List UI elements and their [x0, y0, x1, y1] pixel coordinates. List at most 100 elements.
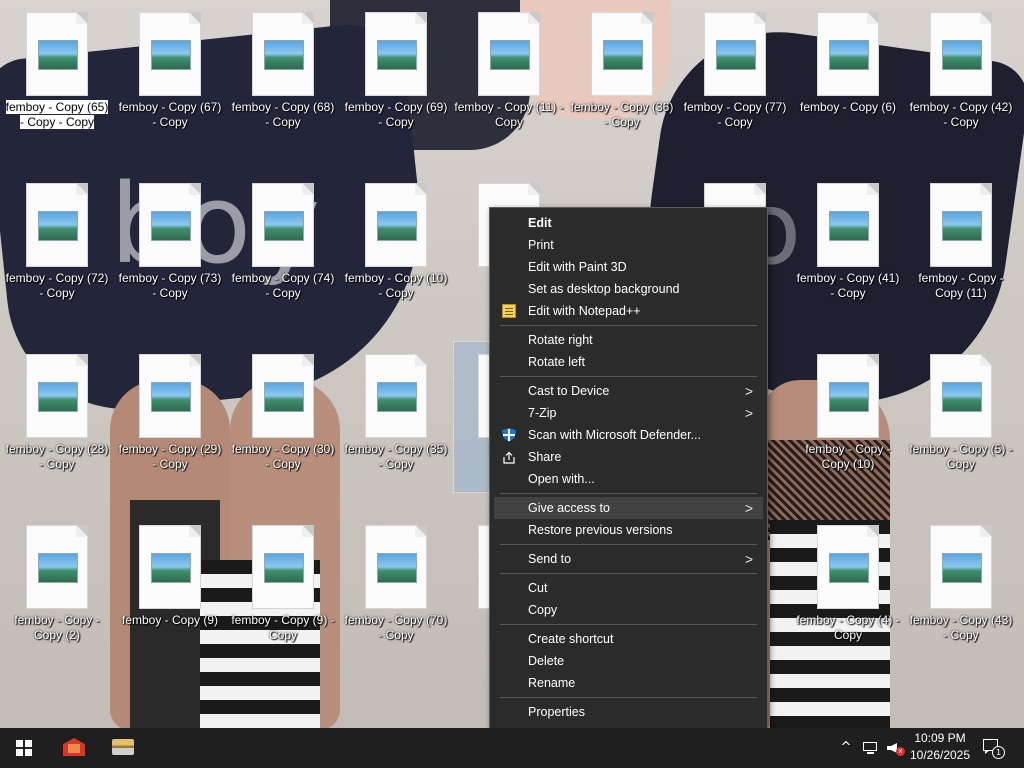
desktop-file-icon[interactable]: femboy - Copy (9): [115, 513, 225, 663]
desktop-file-icon[interactable]: femboy - Copy (41) - Copy: [793, 171, 903, 321]
menu-item-label: Delete: [528, 654, 565, 668]
menu-item-label: 7-Zip: [528, 406, 557, 420]
menu-separator: [500, 376, 757, 377]
desktop-file-icon[interactable]: femboy - Copy (35) - Copy: [341, 342, 451, 492]
menu-item-restore-previous-versions[interactable]: Restore previous versions: [494, 519, 763, 541]
desktop-file-icon[interactable]: femboy - Copy (73) - Copy: [115, 171, 225, 321]
taskbar-clock[interactable]: 10:09 PM 10/26/2025: [904, 730, 976, 764]
taskbar-app-folder[interactable]: [98, 728, 146, 768]
image-file-icon: [365, 12, 427, 96]
file-label: femboy - Copy (9) - Copy: [231, 613, 335, 642]
desktop-file-icon[interactable]: femboy - Copy (4) - Copy: [793, 513, 903, 663]
desktop-file-icon[interactable]: femboy - Copy (29) - Copy: [115, 342, 225, 492]
menu-item-label: Print: [528, 238, 554, 252]
file-label: femboy - Copy (70) - Copy: [344, 613, 448, 642]
volume-muted-icon[interactable]: x: [886, 739, 906, 757]
desktop-file-icon[interactable]: femboy - Copy (74) - Copy: [228, 171, 338, 321]
menu-item-rotate-right[interactable]: Rotate right: [494, 329, 763, 351]
desktop-file-icon[interactable]: femboy - Copy - Copy (10): [793, 342, 903, 492]
notepad-plus-plus-icon: [502, 304, 516, 318]
image-file-icon: [139, 183, 201, 267]
image-file-icon: [252, 12, 314, 96]
file-label: femboy - Copy (4) - Copy: [796, 613, 900, 642]
desktop-file-icon[interactable]: femboy - Copy (6): [793, 0, 903, 150]
file-label: femboy - Copy (67) - Copy: [118, 100, 222, 129]
image-file-icon: [26, 525, 88, 609]
desktop-file-icon[interactable]: femboy - Copy (28) - Copy: [2, 342, 112, 492]
menu-separator: [500, 325, 757, 326]
chevron-right-icon: >: [744, 383, 753, 399]
menu-item-label: Send to: [528, 552, 572, 566]
network-icon[interactable]: [862, 740, 880, 756]
menu-item-7-zip[interactable]: 7-Zip >: [494, 402, 763, 424]
menu-item-copy[interactable]: Copy: [494, 599, 763, 621]
desktop-file-icon[interactable]: femboy - Copy (36) - Copy: [567, 0, 677, 150]
desktop-file-icon[interactable]: femboy - Copy (67) - Copy: [115, 0, 225, 150]
notification-center-icon[interactable]: 1: [982, 738, 1005, 759]
menu-item-scan-with-microsoft-defender[interactable]: Scan with Microsoft Defender...: [494, 424, 763, 446]
desktop-file-icon[interactable]: femboy - Copy - Copy (11): [906, 171, 1016, 321]
desktop-file-icon[interactable]: femboy - Copy (77) - Copy: [680, 0, 790, 150]
desktop-file-icon[interactable]: femboy - Copy (10) - Copy: [341, 171, 451, 321]
desktop-file-icon[interactable]: femboy - Copy (65) - Copy - Copy: [2, 0, 112, 150]
menu-item-cast-to-device[interactable]: Cast to Device >: [494, 380, 763, 402]
menu-item-edit[interactable]: Edit: [494, 212, 763, 234]
menu-item-cut[interactable]: Cut: [494, 577, 763, 599]
menu-item-label: Copy: [528, 603, 558, 617]
desktop-file-icon[interactable]: femboy - Copy (72) - Copy: [2, 171, 112, 321]
show-hidden-icons-chevron-icon[interactable]: ^: [838, 740, 854, 756]
image-file-icon: [252, 354, 314, 438]
file-label: femboy - Copy (72) - Copy: [5, 271, 109, 300]
taskbar-app-red[interactable]: [50, 728, 98, 768]
context-menu: Edit Print Edit with Paint 3D Set as deskto…: [489, 207, 768, 730]
file-label: femboy - Copy - Copy (2): [14, 613, 100, 642]
folder-app-icon: [112, 739, 134, 755]
image-file-icon: [139, 354, 201, 438]
menu-item-delete[interactable]: Delete: [494, 650, 763, 672]
file-label: femboy - Copy (5) - Copy: [909, 442, 1013, 471]
menu-item-label: Open with...: [528, 472, 595, 486]
menu-item-properties[interactable]: Properties: [494, 701, 763, 723]
desktop-file-icon[interactable]: femboy - Copy (70) - Copy: [341, 513, 451, 663]
file-label: femboy - Copy (41) - Copy: [796, 271, 900, 300]
file-label: femboy - Copy - Copy (11): [918, 271, 1004, 300]
desktop-file-icon[interactable]: femboy - Copy (42) - Copy: [906, 0, 1016, 150]
share-icon: [502, 450, 516, 464]
menu-item-rotate-left[interactable]: Rotate left: [494, 351, 763, 373]
image-file-icon: [704, 12, 766, 96]
desktop-file-icon[interactable]: femboy - Copy (43) - Copy: [906, 513, 1016, 663]
image-file-icon: [591, 12, 653, 96]
menu-separator: [500, 624, 757, 625]
desktop-file-icon[interactable]: femboy - Copy (11) - Copy: [454, 0, 564, 150]
menu-item-open-with[interactable]: Open with...: [494, 468, 763, 490]
menu-item-create-shortcut[interactable]: Create shortcut: [494, 628, 763, 650]
menu-item-edit-with-notepad[interactable]: Edit with Notepad++: [494, 300, 763, 322]
menu-item-edit-with-paint-3d[interactable]: Edit with Paint 3D: [494, 256, 763, 278]
menu-item-print[interactable]: Print: [494, 234, 763, 256]
menu-item-rename[interactable]: Rename: [494, 672, 763, 694]
start-button[interactable]: [0, 728, 48, 768]
desktop-file-icon[interactable]: femboy - Copy (30) - Copy: [228, 342, 338, 492]
menu-item-share[interactable]: Share: [494, 446, 763, 468]
file-label: femboy - Copy (77) - Copy: [683, 100, 787, 129]
image-file-icon: [817, 12, 879, 96]
menu-item-set-as-desktop-background[interactable]: Set as desktop background: [494, 278, 763, 300]
image-file-icon: [478, 12, 540, 96]
desktop-file-icon[interactable]: femboy - Copy (68) - Copy: [228, 0, 338, 150]
file-label: femboy - Copy - Copy (10): [805, 442, 891, 471]
menu-item-label: Create shortcut: [528, 632, 614, 646]
desktop-file-icon[interactable]: femboy - Copy - Copy (2): [2, 513, 112, 663]
menu-item-label: Edit with Notepad++: [528, 304, 641, 318]
menu-separator: [500, 493, 757, 494]
menu-item-give-access-to[interactable]: Give access to >: [494, 497, 763, 519]
image-file-icon: [139, 525, 201, 609]
desktop-file-icon[interactable]: femboy - Copy (5) - Copy: [906, 342, 1016, 492]
menu-item-label: Set as desktop background: [528, 282, 680, 296]
menu-separator: [500, 573, 757, 574]
desktop-file-icon[interactable]: femboy - Copy (9) - Copy: [228, 513, 338, 663]
image-file-icon: [817, 183, 879, 267]
menu-item-label: Rotate right: [528, 333, 593, 347]
desktop-file-icon[interactable]: femboy - Copy (69) - Copy: [341, 0, 451, 150]
image-file-icon: [817, 525, 879, 609]
menu-item-send-to[interactable]: Send to >: [494, 548, 763, 570]
